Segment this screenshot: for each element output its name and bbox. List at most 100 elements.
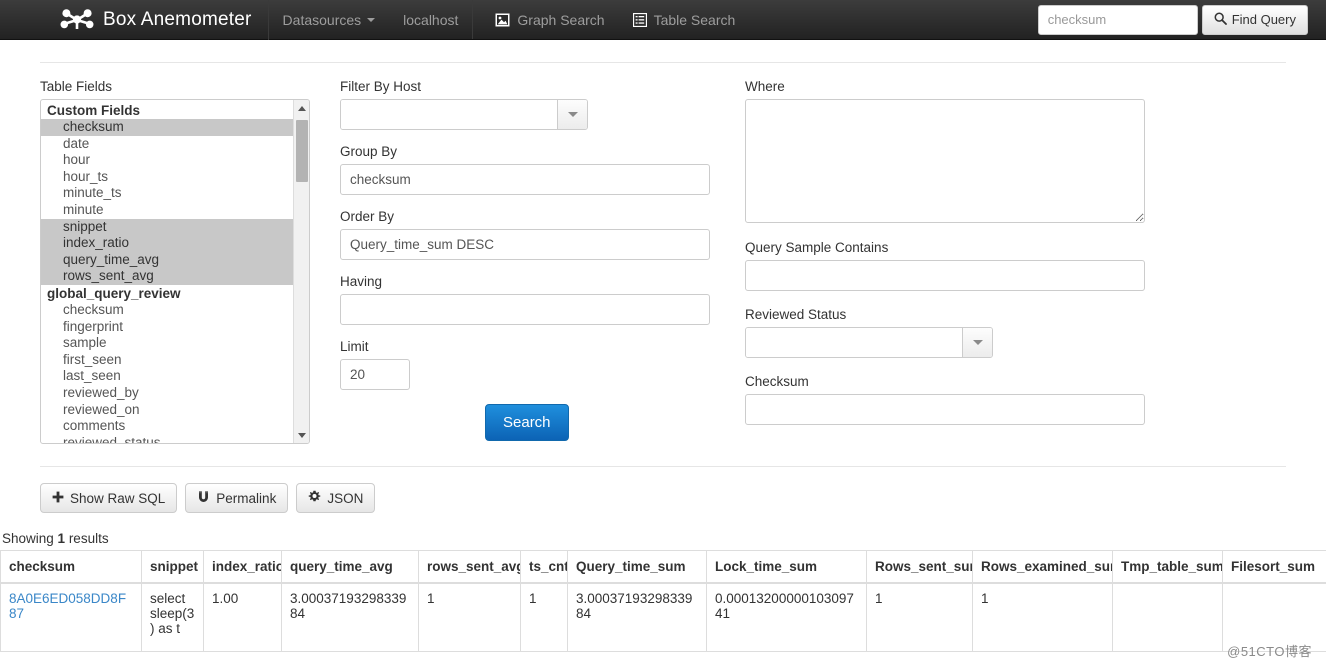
checksum-link[interactable]: 8A0E6ED058DD8F87 [9,591,126,621]
listbox-option-index-ratio[interactable]: index_ratio [41,235,293,252]
col-lock-time-sum[interactable]: Lock_time_sum [706,550,867,584]
query-sample-contains-group: Query Sample Contains [745,240,1145,291]
listbox-scrollbar[interactable] [293,100,309,443]
checksum-input[interactable] [745,394,1145,425]
checksum-group: Checksum [745,374,1145,425]
show-raw-sql-button[interactable]: Show Raw SQL [40,483,178,513]
search-input[interactable] [1037,4,1198,35]
table-fields-column: Table Fields Custom Fields checksum date… [40,79,340,444]
picture-icon [495,13,510,27]
nav-item-datasources[interactable]: Datasources [269,0,390,39]
listbox-option-last-seen[interactable]: last_seen [41,368,293,385]
listbox-option-minute-ts[interactable]: minute_ts [41,185,293,202]
group-by-input[interactable] [340,164,710,195]
cell-ts-cnt: 1 [520,583,568,652]
listbox-option-minute[interactable]: minute [41,202,293,219]
col-index-ratio[interactable]: index_ratio [203,550,282,584]
cell-snippet: select sleep(3) as t [141,583,204,652]
listbox-group-header: Custom Fields [47,103,141,118]
nav-link-graph-search-label: Graph Search [517,11,605,28]
listbox-option-comments[interactable]: comments [41,418,293,435]
action-buttons: Show Raw SQL Permalink JSON [0,467,1326,513]
brand-link[interactable]: Box Anemometer [0,0,269,40]
listbox-option-reviewed-on[interactable]: reviewed_on [41,402,293,419]
reviewed-status-label: Reviewed Status [745,307,847,322]
middle-column: Filter By Host Group By Order By Having … [340,79,745,444]
order-by-input[interactable] [340,229,710,260]
chevron-down-icon[interactable] [557,100,587,129]
scroll-down-icon[interactable] [294,427,309,443]
find-query-label: Find Query [1231,12,1296,27]
col-query-time-sum[interactable]: Query_time_sum [567,550,707,584]
listbox-option-checksum[interactable]: checksum [41,119,293,136]
reviewed-status-group: Reviewed Status [745,307,1145,358]
reviewed-status-input[interactable] [746,328,962,357]
listbox-option-date[interactable]: date [41,136,293,153]
having-input[interactable] [340,294,710,325]
cell-query-time-sum: 3.0003719329833984 [567,583,707,652]
where-label: Where [745,79,785,94]
col-rows-sent-sum[interactable]: Rows_sent_sum [866,550,973,584]
cell-index-ratio: 1.00 [203,583,282,652]
cell-rows-sent-sum: 1 [866,583,973,652]
results-count: Showing 1 results [0,513,1326,550]
limit-group: Limit [340,339,745,390]
table-fields-list: Custom Fields checksum date hour hour_ts… [41,100,293,443]
search-button[interactable]: Search [485,404,569,441]
json-label: JSON [327,490,364,506]
scrollbar-thumb[interactable] [296,120,308,182]
cell-rows-sent-avg: 1 [418,583,521,652]
magnet-icon [197,490,210,506]
table-header-row: checksum snippet index_ratio query_time_… [0,550,1326,584]
filter-by-host-select[interactable] [340,99,588,130]
nav-link-graph-search[interactable]: Graph Search [473,0,618,39]
right-column: Where Query Sample Contains Reviewed Sta… [745,79,1145,444]
col-snippet[interactable]: snippet [141,550,204,584]
listbox-option-hour-ts[interactable]: hour_ts [41,169,293,186]
find-query-button[interactable]: Find Query [1201,4,1308,35]
nav-link-table-search[interactable]: Table Search [619,0,750,39]
listbox-option-reviewed-by[interactable]: reviewed_by [41,385,293,402]
plus-icon [52,491,64,506]
col-rows-sent-avg[interactable]: rows_sent_avg [418,550,521,584]
listbox-option-first-seen[interactable]: first_seen [41,352,293,369]
showing-prefix: Showing [2,531,58,546]
listbox-option-query-time-avg[interactable]: query_time_avg [41,251,293,269]
nav-link-table-search-label: Table Search [653,11,736,28]
search-icon [1214,12,1227,28]
col-filesort-sum[interactable]: Filesort_sum [1222,550,1326,584]
table-fields-listbox[interactable]: Custom Fields checksum date hour hour_ts… [40,99,310,444]
col-ts-cnt[interactable]: ts_cnt [520,550,568,584]
listbox-option-reviewed-status[interactable]: reviewed_status [41,435,293,443]
limit-input[interactable] [340,359,410,390]
where-textarea[interactable] [745,99,1145,223]
reviewed-status-select[interactable] [745,327,993,358]
listbox-option-gqr-checksum[interactable]: checksum [41,302,293,319]
page-body: Table Fields Custom Fields checksum date… [0,62,1326,652]
col-rows-examined-sum[interactable]: Rows_examined_sum [972,550,1113,584]
listbox-option-rows-sent-avg[interactable]: rows_sent_avg [41,268,293,285]
show-raw-sql-label: Show Raw SQL [70,490,166,506]
listbox-option-hour[interactable]: hour [41,152,293,169]
listbox-option-snippet[interactable]: snippet [41,218,293,236]
permalink-label: Permalink [216,490,277,506]
listbox-option-sample[interactable]: sample [41,335,293,352]
navbar-search-form: Find Query [1037,0,1326,39]
listbox-option-fingerprint[interactable]: fingerprint [41,319,293,336]
filter-by-host-input[interactable] [341,100,557,129]
nav-item-datasources-label: Datasources [282,11,362,28]
query-sample-contains-input[interactable] [745,260,1145,291]
nav-item-localhost[interactable]: localhost [389,0,472,39]
network-nodes-icon [60,7,94,33]
permalink-button[interactable]: Permalink [185,483,289,513]
col-checksum[interactable]: checksum [0,550,142,584]
col-tmp-table-sum[interactable]: Tmp_table_sum [1112,550,1223,584]
scroll-up-icon[interactable] [294,100,309,116]
json-button[interactable]: JSON [296,483,376,513]
where-group: Where [745,79,1145,226]
col-query-time-avg[interactable]: query_time_avg [281,550,419,584]
results-table: checksum snippet index_ratio query_time_… [0,550,1326,652]
having-label: Having [340,274,383,289]
chevron-down-icon-2[interactable] [962,328,992,357]
filter-by-host-group: Filter By Host [340,79,745,130]
